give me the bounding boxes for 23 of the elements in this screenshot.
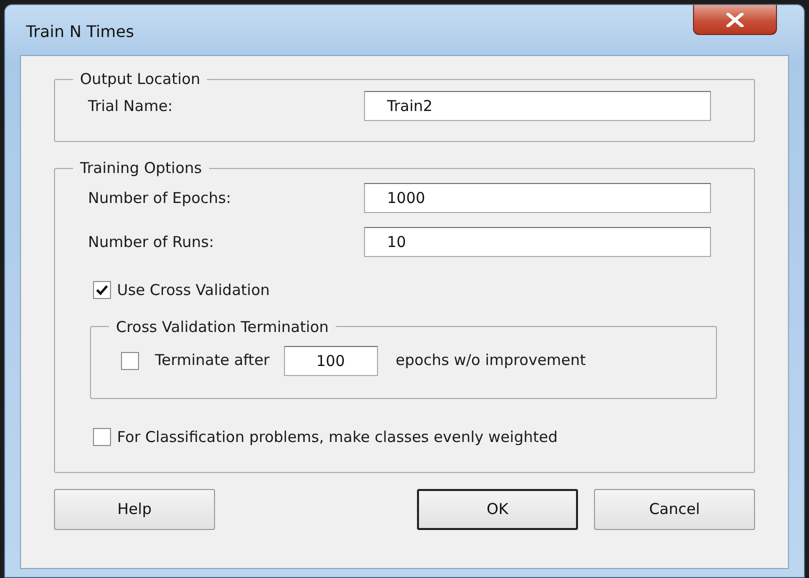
dialog-button[interactable]: OK — [417, 489, 578, 530]
checkbox-label: Use Cross Validation — [117, 280, 270, 301]
group-title: Output Location — [79, 70, 202, 88]
text-field[interactable]: 1000 — [364, 183, 711, 213]
checkbox[interactable] — [93, 281, 111, 300]
checkbox-label: For Classification problems, make classes evenly weighted — [117, 426, 558, 448]
field-label: Trial Name: — [88, 96, 174, 117]
unit-label: epochs w/o improvement — [396, 350, 586, 372]
number-field[interactable]: 100 — [284, 346, 378, 376]
close-icon — [725, 12, 745, 26]
group-title: Training Options — [79, 159, 203, 177]
checkbox[interactable] — [93, 428, 111, 446]
dialog-button[interactable]: Cancel — [594, 489, 755, 530]
window-title: Train N Times — [26, 21, 134, 43]
field-label: Number of Epochs: — [88, 188, 232, 209]
checkbox[interactable] — [121, 352, 139, 370]
dialog-button[interactable]: Help — [54, 489, 215, 530]
field-label: Number of Runs: — [88, 232, 215, 253]
group-title: Cross Validation Termination — [115, 318, 330, 336]
checkbox-label: Terminate after — [155, 350, 270, 372]
close-button[interactable] — [693, 5, 777, 35]
text-field[interactable]: 10 — [364, 227, 711, 257]
text-field[interactable]: Train2 — [364, 91, 711, 121]
